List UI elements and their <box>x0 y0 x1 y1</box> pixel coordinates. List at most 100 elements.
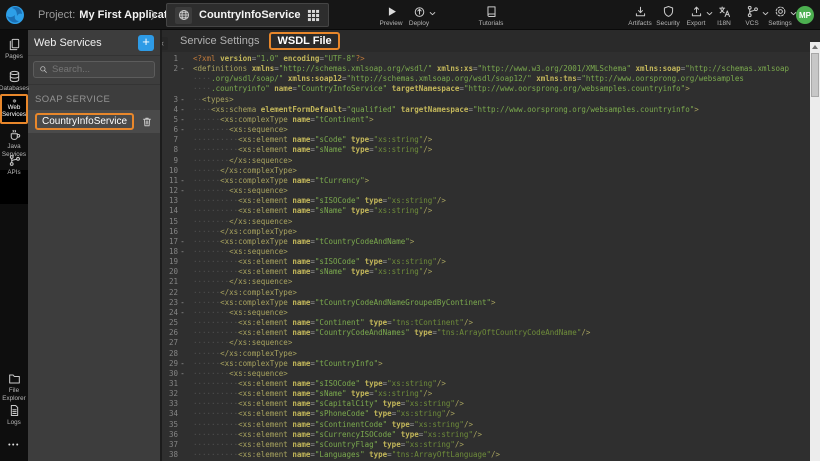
code-line-text: ····.org/wsdl/soap/" xmlns:soap12="http:… <box>187 74 744 84</box>
line-number-gutter[interactable]: 17- <box>162 237 187 247</box>
grid-icon[interactable] <box>307 9 320 22</box>
line-number-gutter[interactable]: 12- <box>162 186 187 196</box>
code-line-text: ········</xs:sequence> <box>187 338 292 348</box>
code-line: 18-········<xs:sequence> <box>162 247 810 257</box>
vcs-button[interactable]: VCS <box>738 2 766 27</box>
line-number-gutter[interactable]: 24- <box>162 308 187 318</box>
app-logo[interactable] <box>5 5 25 25</box>
code-line-text: ······</xs:complexType> <box>187 227 297 237</box>
nav-overflow-button[interactable]: ••• <box>0 442 28 449</box>
project-label: Project: <box>38 9 75 21</box>
service-tab-chip <box>175 7 192 24</box>
service-tab-title: CountryInfoService <box>199 9 300 21</box>
fold-spacer <box>178 328 187 338</box>
line-number-gutter[interactable]: 23- <box>162 298 187 308</box>
line-number-gutter[interactable]: 18- <box>162 247 187 257</box>
preview-button[interactable]: Preview <box>377 2 405 27</box>
code-line: 16······</xs:complexType> <box>162 227 810 237</box>
fold-marker-icon: - <box>178 105 187 115</box>
service-list-item[interactable]: CountryInfoService <box>28 110 160 133</box>
code-line-text: ··········<xs:element name="Languages" t… <box>187 450 500 460</box>
line-number-gutter: 34 <box>162 409 187 419</box>
code-line: ····.org/wsdl/soap/" xmlns:soap12="http:… <box>162 74 810 84</box>
code-line-text: ········</xs:sequence> <box>187 277 292 287</box>
fold-marker-icon: - <box>178 237 187 247</box>
line-number-gutter: 36 <box>162 430 187 440</box>
line-number-gutter[interactable]: 29- <box>162 359 187 369</box>
search-icon <box>39 65 48 74</box>
code-line-text: ··········<xs:element name="sName" type=… <box>187 389 432 399</box>
line-number-gutter: 27 <box>162 338 187 348</box>
code-line: 29-······<xs:complexType name="tCountryI… <box>162 359 810 369</box>
search-input[interactable] <box>52 64 149 75</box>
code-line: 33··········<xs:element name="sCapitalCi… <box>162 399 810 409</box>
line-number-gutter <box>162 74 187 84</box>
sidebar-item-apis[interactable]: APIs <box>0 154 28 177</box>
code-line-text: ··········<xs:element name="sISOCode" ty… <box>187 379 446 389</box>
line-number-gutter[interactable]: 5- <box>162 115 187 125</box>
code-line: ····.countryinfo" name="CountryInfoServi… <box>162 84 810 94</box>
tab-wsdl-file[interactable]: WSDL File <box>269 32 339 50</box>
action-label: I18N <box>717 20 731 27</box>
code-line: 1<?xml version="1.0" encoding="UTF-8"?> <box>162 54 810 64</box>
artifacts-button[interactable]: Artifacts <box>626 2 654 27</box>
code-line: 30-········<xs:sequence> <box>162 369 810 379</box>
code-line: 13··········<xs:element name="sISOCode" … <box>162 196 810 206</box>
sidebar-item-file-explorer[interactable]: File Explorer <box>0 372 28 402</box>
wsdl-code-viewer[interactable]: 1<?xml version="1.0" encoding="UTF-8"?>2… <box>162 52 810 461</box>
deploy-button[interactable]: Deploy <box>405 2 433 27</box>
security-button[interactable]: Security <box>654 2 682 27</box>
code-line: 25··········<xs:element name="Continent"… <box>162 318 810 328</box>
editor-scrollbar[interactable] <box>810 42 820 461</box>
fold-spacer <box>178 145 187 155</box>
fold-marker-icon: - <box>178 298 187 308</box>
sidebar-item-label: Pages <box>5 53 23 61</box>
toolbar-actions-right: ArtifactsSecurityExport I18N VCSSettings <box>626 2 794 27</box>
top-bar: Project:My First Application CountryInfo… <box>0 0 820 30</box>
line-number-gutter: 8 <box>162 145 187 155</box>
code-line: 32··········<xs:element name="sName" typ… <box>162 389 810 399</box>
settings-button[interactable]: Settings <box>766 2 794 27</box>
pages-icon <box>8 38 21 51</box>
fold-marker-icon: - <box>178 308 187 318</box>
scrollbar-thumb[interactable] <box>811 53 819 97</box>
sidebar-item-logs[interactable]: Logs <box>0 404 28 427</box>
line-number-gutter: 35 <box>162 420 187 430</box>
line-number-gutter[interactable]: 11- <box>162 176 187 186</box>
code-line: 7··········<xs:element name="sCode" type… <box>162 135 810 145</box>
line-number-gutter[interactable]: 30- <box>162 369 187 379</box>
line-number-gutter[interactable]: 2- <box>162 64 187 74</box>
code-line: 17-······<xs:complexType name="tCountryC… <box>162 237 810 247</box>
fold-spacer <box>178 227 187 237</box>
line-number-gutter[interactable]: 4- <box>162 105 187 115</box>
add-service-button[interactable]: + <box>138 35 154 51</box>
left-nav-bar: ••• PagesDatabasesWeb ServicesJava Servi… <box>0 30 28 461</box>
code-line-text: <?xml version="1.0" encoding="UTF-8"?> <box>187 54 365 64</box>
tutorials-button[interactable]: Tutorials <box>477 2 505 27</box>
fold-spacer <box>178 84 187 94</box>
open-service-tab[interactable]: CountryInfoService <box>166 3 329 27</box>
line-number-gutter: 26 <box>162 328 187 338</box>
action-label: Tutorials <box>479 20 504 27</box>
line-number-gutter[interactable]: 3- <box>162 95 187 105</box>
service-name[interactable]: CountryInfoService <box>35 113 134 130</box>
i18n-button[interactable]: I18N <box>710 2 738 27</box>
line-number-gutter[interactable]: 6- <box>162 125 187 135</box>
deploy-icon <box>413 5 426 18</box>
tab-service-settings[interactable]: Service Settings <box>180 35 259 47</box>
fold-spacer <box>178 156 187 166</box>
line-number-gutter: 33 <box>162 399 187 409</box>
export-button[interactable]: Export <box>682 2 710 27</box>
line-number-gutter: 32 <box>162 389 187 399</box>
code-line: 11-······<xs:complexType name="tCurrency… <box>162 176 810 186</box>
service-search[interactable] <box>33 61 155 78</box>
code-line: 6-········<xs:sequence> <box>162 125 810 135</box>
sidebar-item-databases[interactable]: Databases <box>0 70 28 93</box>
scrollbar-up-arrow-icon[interactable] <box>810 42 820 51</box>
sidebar-item-pages[interactable]: Pages <box>0 38 28 61</box>
code-line-text: ··········<xs:element name="sContinentCo… <box>187 420 473 430</box>
avatar[interactable]: MP <box>796 6 814 24</box>
delete-service-button[interactable] <box>141 116 153 128</box>
sidebar-item-web-services[interactable]: Web Services <box>0 94 28 124</box>
soap-service-section-label: SOAP SERVICE <box>28 84 160 110</box>
